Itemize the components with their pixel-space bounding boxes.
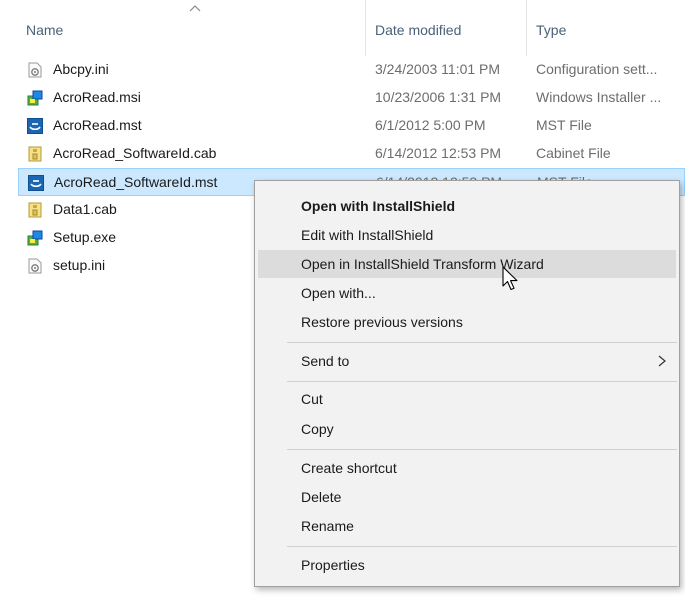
- ini-settings-icon: [28, 258, 42, 274]
- file-explorer: Name Date modified Type Abcpy.ini 3/24/2…: [0, 0, 685, 601]
- menu-item-send-to[interactable]: Send to: [258, 347, 676, 375]
- file-name: AcroRead_SoftwareId.mst: [54, 174, 218, 190]
- menu-item-edit-with-installshield[interactable]: Edit with InstallShield: [258, 221, 676, 249]
- cab-file-icon: [28, 202, 42, 218]
- mouse-pointer-icon: [502, 266, 518, 291]
- menu-item-rename[interactable]: Rename: [258, 512, 676, 540]
- file-name: AcroRead_SoftwareId.cab: [53, 145, 217, 161]
- file-row-abcpy-ini[interactable]: Abcpy.ini 3/24/2003 11:01 PM Configurati…: [18, 56, 685, 84]
- file-type: MST File: [536, 117, 592, 133]
- cab-file-icon: [28, 146, 42, 162]
- chevron-right-icon: [658, 355, 666, 367]
- menu-separator: [287, 546, 677, 547]
- mst-file-icon: [27, 118, 43, 134]
- menu-item-open-with[interactable]: Open with...: [258, 279, 676, 307]
- mst-file-icon: [28, 175, 44, 191]
- menu-item-open-in-transform-wizard[interactable]: Open in InstallShield Transform Wizard: [258, 250, 676, 278]
- file-date-modified: 6/1/2012 5:00 PM: [375, 117, 486, 133]
- menu-item-restore-previous-versions[interactable]: Restore previous versions: [258, 308, 676, 336]
- file-name: AcroRead.mst: [53, 117, 142, 133]
- column-header-name[interactable]: Name: [18, 0, 366, 56]
- menu-item-cut[interactable]: Cut: [258, 385, 676, 413]
- menu-separator: [287, 342, 677, 343]
- context-menu: Open with InstallShield Edit with Instal…: [254, 180, 680, 587]
- file-row-acroread-softwareid-cab[interactable]: AcroRead_SoftwareId.cab 6/14/2012 12:53 …: [18, 140, 685, 168]
- menu-item-label: Send to: [301, 353, 350, 369]
- file-row-acroread-mst[interactable]: AcroRead.mst 6/1/2012 5:00 PM MST File: [18, 112, 685, 140]
- menu-item-properties[interactable]: Properties: [258, 551, 676, 579]
- file-type: Configuration sett...: [536, 61, 658, 77]
- file-name: AcroRead.msi: [53, 89, 141, 105]
- menu-item-create-shortcut[interactable]: Create shortcut: [258, 454, 676, 482]
- setup-exe-icon: [27, 230, 43, 246]
- column-header-date-modified[interactable]: Date modified: [367, 0, 527, 56]
- file-name: setup.ini: [53, 257, 106, 273]
- file-row-acroread-msi[interactable]: AcroRead.msi 10/23/2006 1:31 PM Windows …: [18, 84, 685, 112]
- file-type: Windows Installer ...: [536, 89, 662, 105]
- column-header-bar: Name Date modified Type: [0, 0, 685, 56]
- file-date-modified: 6/14/2012 12:53 PM: [375, 145, 502, 161]
- column-header-type[interactable]: Type: [528, 0, 685, 56]
- msi-installer-icon: [27, 90, 43, 106]
- menu-separator: [287, 449, 677, 450]
- file-name: Abcpy.ini: [53, 61, 109, 77]
- file-name: Setup.exe: [53, 229, 117, 245]
- file-name: Data1.cab: [53, 201, 117, 217]
- file-date-modified: 3/24/2003 11:01 PM: [375, 61, 501, 77]
- file-date-modified: 10/23/2006 1:31 PM: [375, 89, 502, 105]
- menu-item-delete[interactable]: Delete: [258, 483, 676, 511]
- menu-separator: [287, 381, 677, 382]
- menu-item-copy[interactable]: Copy: [258, 415, 676, 443]
- menu-item-open-with-installshield[interactable]: Open with InstallShield: [258, 192, 676, 220]
- file-type: Cabinet File: [536, 145, 611, 161]
- ini-settings-icon: [28, 62, 42, 78]
